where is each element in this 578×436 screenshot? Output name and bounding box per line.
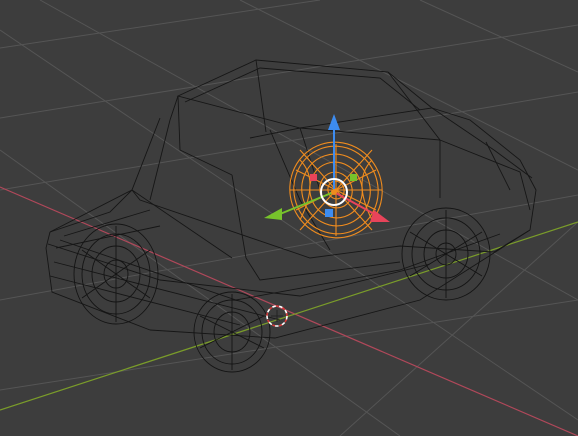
floor-grid bbox=[0, 0, 578, 436]
x-axis-line bbox=[0, 186, 578, 436]
gizmo-xz-plane-handle[interactable] bbox=[350, 174, 357, 181]
3d-viewport[interactable] bbox=[0, 0, 578, 436]
viewport-canvas[interactable] bbox=[0, 0, 578, 436]
gizmo-xy-plane-handle[interactable] bbox=[325, 209, 333, 217]
gizmo-yz-plane-handle[interactable] bbox=[310, 174, 317, 181]
front-left-wheel[interactable] bbox=[193, 291, 271, 373]
y-axis-line bbox=[0, 221, 578, 411]
3d-cursor[interactable] bbox=[266, 305, 288, 327]
gizmo-center-dot bbox=[331, 189, 337, 195]
rear-right-wheel[interactable] bbox=[401, 207, 491, 301]
